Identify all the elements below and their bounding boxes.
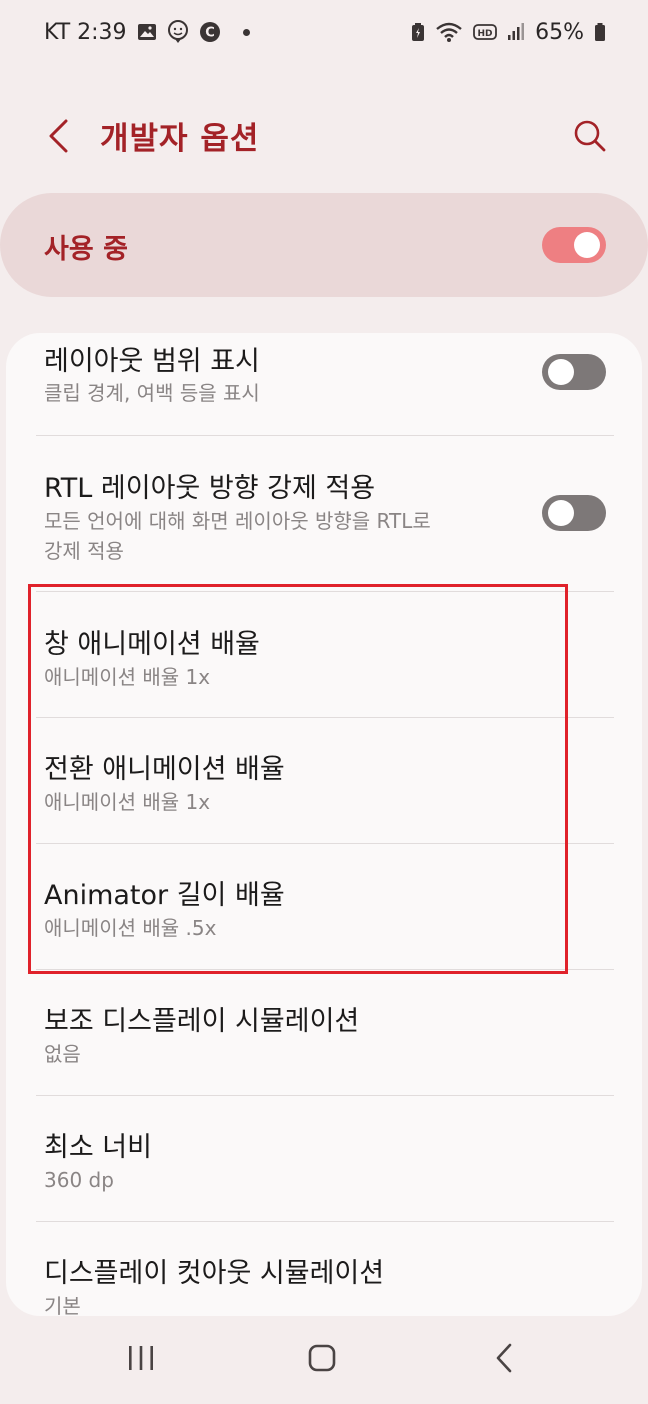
list-item-secondary-display[interactable]: 보조 디스플레이 시뮬레이션 없음 bbox=[6, 970, 642, 1095]
item-title: Animator 길이 배율 bbox=[44, 880, 285, 911]
search-icon bbox=[574, 120, 606, 152]
show-layout-bounds-toggle[interactable] bbox=[542, 354, 606, 390]
signal-icon bbox=[507, 22, 525, 42]
search-button[interactable] bbox=[566, 114, 614, 158]
item-title: 디스플레이 컷아웃 시뮬레이션 bbox=[44, 1258, 385, 1289]
item-subtitle: 애니메이션 배율 .5x bbox=[44, 916, 217, 940]
recents-icon bbox=[129, 1346, 153, 1370]
app-bar: 개발자 옵션 bbox=[0, 96, 648, 176]
dot-icon bbox=[242, 28, 250, 36]
list-item-transition-animation-scale[interactable]: 전환 애니메이션 배율 애니메이션 배율 1x bbox=[6, 718, 642, 843]
home-icon bbox=[308, 1344, 336, 1372]
battery-percent: 65% bbox=[535, 19, 584, 45]
item-subtitle: 기본 bbox=[44, 1294, 81, 1316]
master-switch-label: 사용 중 bbox=[44, 234, 128, 265]
force-rtl-toggle[interactable] bbox=[542, 495, 606, 531]
item-title: 창 애니메이션 배율 bbox=[44, 629, 260, 660]
hd-icon: HD bbox=[473, 22, 497, 42]
item-title: 보조 디스플레이 시뮬레이션 bbox=[44, 1006, 360, 1037]
list-item-animator-duration-scale[interactable]: Animator 길이 배율 애니메이션 배율 .5x bbox=[6, 844, 642, 969]
svg-text:HD: HD bbox=[478, 29, 493, 39]
list-item-force-rtl[interactable]: RTL 레이아웃 방향 강제 적용 모든 언어에 대해 화면 레이아웃 방향을 … bbox=[6, 436, 642, 591]
back-button[interactable] bbox=[36, 114, 80, 158]
wifi-icon bbox=[435, 21, 463, 43]
list-item-smallest-width[interactable]: 최소 너비 360 dp bbox=[6, 1096, 642, 1221]
item-subtitle-line2: 강제 적용 bbox=[44, 539, 124, 563]
recents-button[interactable] bbox=[116, 1338, 166, 1378]
list-item-show-layout-bounds[interactable]: 레이아웃 범위 표시 클립 경계, 여백 등을 표시 bbox=[6, 333, 642, 435]
chevron-left-icon bbox=[49, 119, 68, 153]
svg-text:C: C bbox=[205, 26, 215, 41]
home-button[interactable] bbox=[297, 1338, 347, 1378]
item-subtitle: 없음 bbox=[44, 1042, 81, 1066]
list-item-display-cutout[interactable]: 디스플레이 컷아웃 시뮬레이션 기본 bbox=[6, 1222, 642, 1316]
item-subtitle: 애니메이션 배율 1x bbox=[44, 665, 211, 689]
item-subtitle: 클립 경계, 여백 등을 표시 bbox=[44, 381, 260, 405]
carrier-time: KT 2:39 bbox=[44, 19, 127, 45]
status-bar: KT 2:39 C HD 65% bbox=[0, 0, 648, 64]
item-title: RTL 레이아웃 방향 강제 적용 bbox=[44, 473, 376, 504]
master-switch-row[interactable]: 사용 중 bbox=[0, 193, 648, 297]
item-title: 레이아웃 범위 표시 bbox=[44, 346, 260, 377]
item-title: 최소 너비 bbox=[44, 1132, 152, 1163]
navigation-bar bbox=[0, 1316, 648, 1404]
item-subtitle: 360 dp bbox=[44, 1168, 114, 1192]
face-icon bbox=[167, 20, 189, 44]
item-title: 전환 애니메이션 배율 bbox=[44, 754, 285, 785]
page-title: 개발자 옵션 bbox=[100, 121, 260, 157]
list-item-window-animation-scale[interactable]: 창 애니메이션 배율 애니메이션 배율 1x bbox=[6, 592, 642, 717]
master-toggle[interactable] bbox=[542, 227, 606, 263]
settings-list[interactable]: 레이아웃 범위 표시 클립 경계, 여백 등을 표시 RTL 레이아웃 방향 강… bbox=[6, 333, 642, 1316]
battery-icon bbox=[594, 22, 606, 42]
c-badge-icon: C bbox=[199, 21, 221, 43]
toggle-knob bbox=[548, 500, 574, 526]
toggle-knob bbox=[574, 232, 600, 258]
item-subtitle: 애니메이션 배율 1x bbox=[44, 790, 211, 814]
toggle-knob bbox=[548, 359, 574, 385]
item-subtitle-line1: 모든 언어에 대해 화면 레이아웃 방향을 RTL로 bbox=[44, 509, 431, 533]
battery-saver-icon bbox=[411, 22, 425, 42]
back-icon bbox=[496, 1343, 512, 1373]
back-nav-button[interactable] bbox=[479, 1338, 529, 1378]
gallery-icon bbox=[137, 22, 157, 42]
